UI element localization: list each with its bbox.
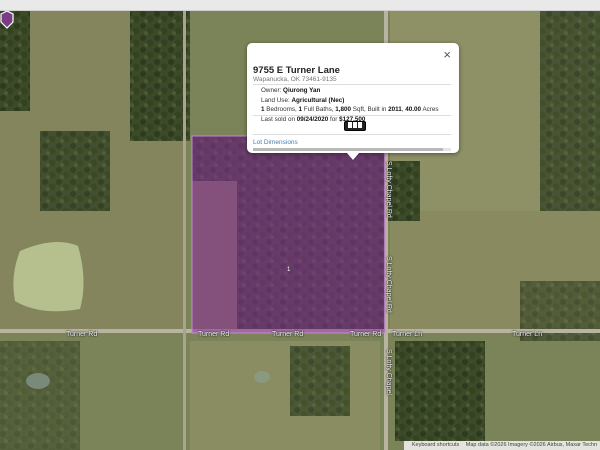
road-label-chapel-rd: S Lofty Chapel [385,349,392,395]
year-built-value: 2011 [388,106,402,113]
city-state-zip: Wapanucka, OK 73461-9135 [253,76,337,83]
baths-label: Full Baths, [303,106,334,113]
sqft-label: Sqft, Built in [352,106,387,113]
last-sold-label: Last sold on [261,115,295,123]
road-label-turner-rd: Turner Rd [198,331,230,338]
road-label-chapel-rd: S Lofty Chapel Rd [385,161,392,218]
photos-button[interactable] [344,121,366,131]
close-icon[interactable]: × [443,47,451,62]
road-label-turner-ln: Turner Ln [512,331,543,338]
divider [253,115,451,116]
property-info-popup: × 9755 E Turner Lane Wapanucka, OK 73461… [247,43,459,160]
browser-top-strip [0,0,600,11]
road-label-turner-rd: Turner Rd [350,331,382,338]
map-data-credit: Map data ©2026 Imagery ©2026 Airbus, Max… [465,442,597,448]
bedrooms-label: Bedrooms, [266,106,297,113]
baths-value: 1 [298,106,302,113]
sqft-value: 1,800 [335,106,351,113]
owner-label: Owner: [261,87,282,94]
photo-grid-icon [348,122,362,128]
owner-value: Qiurong Yan [283,87,321,94]
road-label-turner-ln: Turner Ln [392,331,423,338]
road-label-turner-rd: Turner Rd [66,331,98,338]
last-sold-for: for [329,115,338,123]
acres-value: 40.00 [405,106,422,113]
map-attribution: Keyboard shortcuts Map data ©2026 Imager… [403,441,600,450]
keyboard-shortcuts-link[interactable]: Keyboard shortcuts [412,442,459,448]
divider [253,134,451,135]
land-use-value: Agricultural (Nec) [291,96,345,104]
property-address: 9755 E Turner Lane [253,65,340,76]
land-use-label: Land Use: [261,96,290,104]
land-use-row: Land Use: Agricultural (Nec) [261,96,439,106]
specs-row: 1 Bedrooms, 1 Full Baths, 1,800 Sqft, Bu… [261,106,439,113]
scrollbar-thumb[interactable] [253,148,443,151]
property-details: Owner: Qiurong Yan Land Use: Agricultura… [261,86,439,124]
last-sold-date: 09/24/2020 [296,115,329,123]
owner-row: Owner: Qiurong Yan [261,86,439,96]
property-marker-icon[interactable] [0,11,14,29]
acres-label: Acres [422,106,439,113]
bedrooms-value: 1 [261,106,265,113]
road-label-chapel-rd: S Lofty Chapel Rd [385,256,392,313]
marker-number: 1 [287,267,291,273]
divider [253,84,451,85]
road-label-turner-rd: Turner Rd [272,331,304,338]
popup-scrollbar[interactable] [253,148,451,151]
lot-dimensions-link[interactable]: Lot Dimensions [253,139,298,146]
